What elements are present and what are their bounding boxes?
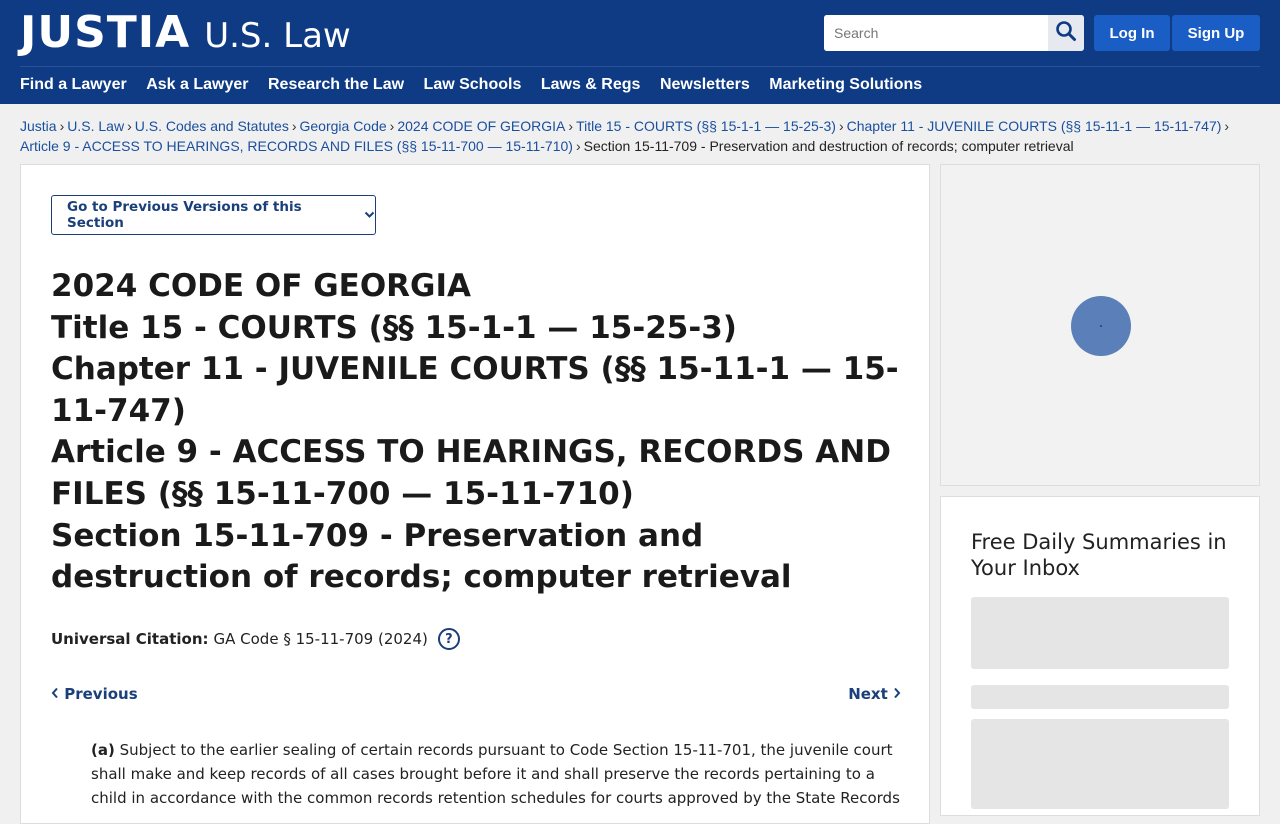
- search-input[interactable]: [824, 15, 1048, 51]
- login-button[interactable]: Log In: [1094, 15, 1170, 51]
- breadcrumb-link[interactable]: Justia: [20, 118, 57, 134]
- newsletter-title: Free Daily Summaries in Your Inbox: [971, 530, 1227, 580]
- logo-sub-text: U.S. Law: [204, 16, 351, 56]
- site-header: JUSTIA U.S. Law Log In Sign Up Find a La…: [0, 0, 1280, 104]
- nav-ask-lawyer[interactable]: Ask a Lawyer: [146, 76, 248, 94]
- citation-label: Universal Citation:: [51, 630, 209, 648]
- title-title: Title 15 - COURTS (§§ 15-1-1 — 15-25-3): [51, 309, 737, 346]
- title-article: Article 9 - ACCESS TO HEARINGS, RECORDS …: [51, 434, 891, 512]
- main-content: Go to Previous Versions of this Section …: [20, 164, 930, 824]
- breadcrumb-separator: ›: [575, 138, 581, 154]
- search-icon: [1055, 20, 1077, 47]
- nav-newsletters[interactable]: Newsletters: [660, 76, 750, 94]
- breadcrumb-separator: ›: [838, 118, 844, 134]
- next-link[interactable]: Next: [848, 685, 901, 703]
- nav-marketing-solutions[interactable]: Marketing Solutions: [769, 76, 922, 94]
- previous-versions-label: Go to Previous Versions of this Section: [67, 199, 302, 231]
- breadcrumb-link[interactable]: Chapter 11 - JUVENILE COURTS (§§ 15-11-1…: [847, 118, 1222, 134]
- chevron-right-icon: [893, 685, 901, 703]
- breadcrumb-separator: ›: [1224, 118, 1230, 134]
- breadcrumb-current: Section 15-11-709 - Preservation and des…: [583, 138, 1074, 154]
- statute-paragraph: (a) Subject to the earlier sealing of ce…: [91, 738, 901, 810]
- breadcrumb-separator: ›: [127, 118, 132, 134]
- title-chapter: Chapter 11 - JUVENILE COURTS (§§ 15-11-1…: [51, 351, 899, 429]
- nav-research-law[interactable]: Research the Law: [268, 76, 404, 94]
- ad-placeholder: [940, 164, 1260, 486]
- previous-versions-button[interactable]: Go to Previous Versions of this Section: [51, 195, 376, 235]
- breadcrumb-link[interactable]: Georgia Code: [300, 118, 387, 134]
- title-section: Section 15-11-709 - Preservation and des…: [51, 517, 792, 596]
- main-nav: Find a Lawyer Ask a Lawyer Research the …: [20, 76, 942, 94]
- header-divider: [20, 66, 1260, 67]
- breadcrumb-separator: ›: [291, 118, 297, 134]
- breadcrumb-separator: ›: [59, 118, 65, 134]
- section-pagination: Previous Next: [51, 685, 901, 703]
- breadcrumb-link[interactable]: Title 15 - COURTS (§§ 15-1-1 — 15-25-3): [576, 118, 836, 134]
- search-button[interactable]: [1048, 15, 1084, 51]
- help-icon[interactable]: ?: [437, 628, 460, 650]
- loading-spinner-icon: [1071, 296, 1131, 356]
- universal-citation: Universal Citation: GA Code § 15-11-709 …: [51, 628, 460, 650]
- breadcrumb-separator: ›: [389, 118, 395, 134]
- breadcrumb-link[interactable]: U.S. Law: [67, 118, 124, 134]
- breadcrumb-link[interactable]: Article 9 - ACCESS TO HEARINGS, RECORDS …: [20, 138, 573, 154]
- breadcrumb-link[interactable]: U.S. Codes and Statutes: [135, 118, 289, 134]
- loading-placeholder: [971, 597, 1229, 669]
- previous-label: Previous: [64, 685, 138, 703]
- page-title: 2024 CODE OF GEORGIA Title 15 - COURTS (…: [51, 266, 901, 599]
- title-code: 2024 CODE OF GEORGIA: [51, 268, 472, 304]
- justia-logo[interactable]: JUSTIA U.S. Law: [20, 7, 351, 58]
- loading-placeholder: [971, 719, 1229, 809]
- citation-value: GA Code § 15-11-709 (2024): [213, 630, 428, 648]
- nav-law-schools[interactable]: Law Schools: [424, 76, 522, 94]
- breadcrumb: Justia › U.S. Law › U.S. Codes and Statutes ›…: [20, 116, 1265, 156]
- newsletter-signup: Free Daily Summaries in Your Inbox: [940, 496, 1260, 816]
- breadcrumb-separator: ›: [568, 118, 574, 134]
- next-label: Next: [848, 685, 888, 703]
- paragraph-label: (a): [91, 741, 115, 759]
- previous-link[interactable]: Previous: [51, 685, 138, 703]
- breadcrumb-link[interactable]: 2024 CODE OF GEORGIA: [397, 118, 565, 134]
- nav-find-lawyer[interactable]: Find a Lawyer: [20, 76, 127, 94]
- signup-button[interactable]: Sign Up: [1172, 15, 1260, 51]
- loading-placeholder: [971, 685, 1229, 709]
- search-box: [824, 15, 1084, 51]
- nav-laws-regs[interactable]: Laws & Regs: [541, 76, 641, 94]
- chevron-left-icon: [51, 685, 59, 703]
- chevron-down-icon: [364, 209, 375, 222]
- paragraph-text: Subject to the earlier sealing of certai…: [91, 741, 900, 807]
- logo-main-text: JUSTIA: [20, 7, 191, 58]
